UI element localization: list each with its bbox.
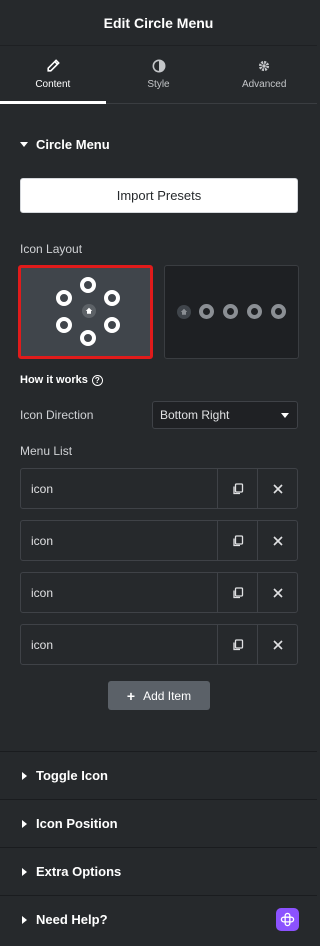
how-it-works-link[interactable]: How it works ? — [20, 374, 103, 386]
tab-content[interactable]: Content — [0, 46, 106, 104]
plus-icon: + — [126, 687, 136, 704]
menu-item-title[interactable]: icon — [21, 625, 217, 664]
linear-dot-icon — [271, 304, 286, 319]
section-header: Toggle Icon — [0, 768, 128, 783]
copy-icon — [232, 482, 243, 494]
copy-icon — [232, 586, 243, 598]
circle-dot-icon — [56, 317, 72, 333]
menu-item-title[interactable]: icon — [21, 573, 217, 612]
linear-dot-icon — [223, 304, 238, 319]
duplicate-button[interactable] — [217, 469, 257, 508]
icon-direction-select[interactable]: Bottom Right — [152, 401, 298, 429]
tab-advanced-label: Advanced — [241, 79, 287, 90]
remove-button[interactable] — [257, 625, 297, 664]
tab-style-label: Style — [147, 79, 170, 90]
section-toggle-icon[interactable]: Toggle Icon — [0, 751, 317, 799]
section-header: Icon Position — [0, 816, 138, 831]
home-icon — [177, 305, 191, 319]
icon-layout-label: Icon Layout — [20, 242, 83, 256]
caret-right-icon — [22, 771, 27, 780]
tab-style[interactable]: Style — [106, 46, 212, 103]
caret-right-icon — [22, 915, 27, 924]
menu-list-label: Menu List — [20, 444, 73, 458]
gear-icon — [259, 60, 270, 72]
section-extra-options[interactable]: Extra Options — [0, 847, 317, 895]
home-icon — [82, 304, 96, 318]
circle-dot-icon — [104, 317, 120, 333]
caret-down-icon — [20, 141, 28, 147]
section-circle-menu[interactable]: Circle Menu — [0, 130, 130, 158]
menu-item-title[interactable]: icon — [21, 521, 217, 560]
section-icon-position[interactable]: Icon Position — [0, 799, 317, 847]
menu-list-item: icon — [20, 520, 298, 561]
help-badge-button[interactable] — [276, 908, 299, 931]
close-icon — [272, 587, 283, 598]
section-title: Circle Menu — [36, 136, 110, 152]
duplicate-button[interactable] — [217, 573, 257, 612]
icon-direction-label: Icon Direction — [20, 408, 94, 422]
menu-list-item: icon — [20, 572, 298, 613]
layout-option-linear[interactable] — [164, 265, 299, 359]
duplicate-button[interactable] — [217, 625, 257, 664]
how-it-works-label: How it works — [20, 374, 88, 386]
icon-direction-value: Bottom Right — [160, 408, 230, 422]
linear-dot-icon — [199, 304, 214, 319]
menu-list-item: icon — [20, 624, 298, 665]
menu-item-label: icon — [31, 533, 54, 548]
remove-button[interactable] — [257, 573, 297, 612]
panel-header: Edit Circle Menu — [0, 0, 317, 46]
duplicate-button[interactable] — [217, 521, 257, 560]
remove-button[interactable] — [257, 469, 297, 508]
section-title: Toggle Icon — [36, 768, 108, 783]
chevron-down-icon — [281, 413, 289, 418]
section-header: Need Help? — [0, 912, 128, 927]
close-icon — [272, 483, 283, 494]
plugin-logo-icon — [280, 912, 295, 927]
menu-item-label: icon — [31, 481, 54, 496]
section-title: Icon Position — [36, 816, 118, 831]
menu-item-label: icon — [31, 585, 54, 600]
tab-content-label: Content — [35, 79, 71, 90]
question-icon: ? — [91, 374, 103, 386]
circle-dot-icon — [56, 290, 72, 306]
circle-dot-icon — [80, 330, 96, 346]
import-presets-button[interactable]: Import Presets — [20, 178, 298, 213]
add-item-button[interactable]: + Add Item — [108, 681, 210, 710]
pencil-icon — [47, 59, 60, 72]
remove-button[interactable] — [257, 521, 297, 560]
menu-list-item: icon — [20, 468, 298, 509]
section-need-help[interactable]: Need Help? — [0, 895, 317, 943]
tab-advanced[interactable]: Advanced — [211, 46, 317, 103]
layout-option-circle[interactable] — [18, 265, 153, 359]
tab-bar: Content Style Advanced — [0, 46, 317, 104]
half-circle-icon — [152, 59, 165, 73]
circle-dot-icon — [80, 277, 96, 293]
copy-icon — [232, 638, 243, 650]
section-header: Extra Options — [0, 864, 141, 879]
add-item-label: Add Item — [143, 688, 192, 703]
caret-right-icon — [22, 867, 27, 876]
close-icon — [272, 535, 283, 546]
import-presets-label: Import Presets — [116, 188, 202, 203]
menu-item-title[interactable]: icon — [21, 469, 217, 508]
section-title: Extra Options — [36, 864, 122, 879]
circle-dot-icon — [104, 290, 120, 306]
copy-icon — [232, 534, 243, 546]
close-icon — [272, 639, 283, 650]
section-title: Need Help? — [36, 912, 108, 927]
menu-item-label: icon — [31, 637, 54, 652]
linear-dot-icon — [247, 304, 262, 319]
caret-right-icon — [22, 819, 27, 828]
panel-title: Edit Circle Menu — [103, 14, 214, 31]
